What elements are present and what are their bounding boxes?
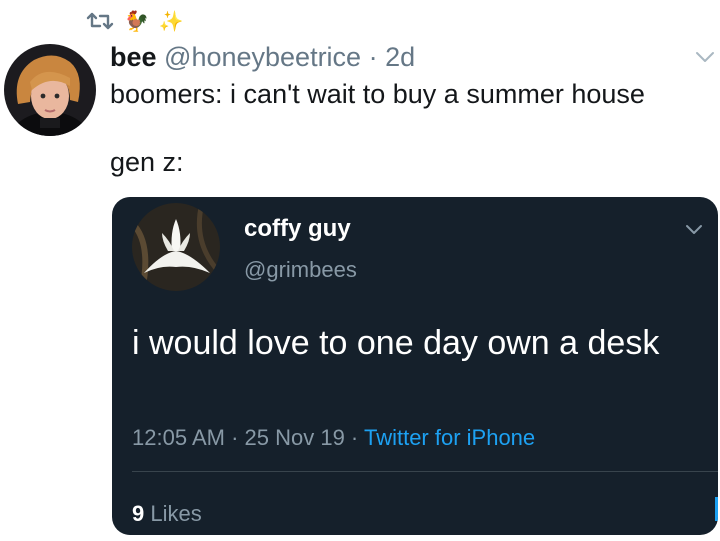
meta-separator: · [224,425,245,450]
divider [132,471,718,472]
avatar[interactable] [4,44,96,136]
retweet-icon[interactable] [86,10,114,32]
embedded-author-handle[interactable]: @grimbees [244,257,357,283]
scroll-edge-indicator [715,497,718,521]
tweet-header: bee @honeybeetrice · 2d [110,40,415,74]
embedded-tweet-card[interactable]: coffy guy @grimbees i would love to one … [112,197,718,535]
header-separator: · [361,42,386,72]
chicken-emoji-icon: 🐓 [124,9,149,33]
embedded-tweet-text: i would love to one day own a desk [132,324,660,362]
embedded-source-link[interactable]: Twitter for iPhone [364,425,535,450]
tweet-text-line: boomers: i can't wait to buy a summer ho… [110,79,645,109]
chevron-down-icon[interactable] [694,46,716,68]
embedded-avatar[interactable] [132,203,220,291]
embedded-time[interactable]: 12:05 AM [132,425,225,450]
social-context-row: 🐓 ✨ [86,6,184,36]
embedded-date[interactable]: 25 Nov 19 [245,425,345,450]
likes-count[interactable]: 9 Likes [132,501,202,527]
likes-number: 9 [132,501,145,526]
likes-label: Likes [150,501,202,526]
sparkles-emoji-icon: ✨ [158,9,184,33]
author-handle[interactable]: @honeybeetrice [164,42,361,72]
chevron-down-icon[interactable] [684,219,704,239]
meta-separator: · [344,425,364,450]
embedded-author-name[interactable]: coffy guy [244,215,351,243]
tweet-timestamp[interactable]: 2d [385,42,415,72]
tweet-text-line: gen z: [110,147,184,177]
embedded-meta: 12:05 AM · 25 Nov 19 · Twitter for iPhon… [132,425,535,451]
author-name[interactable]: bee [110,42,157,72]
